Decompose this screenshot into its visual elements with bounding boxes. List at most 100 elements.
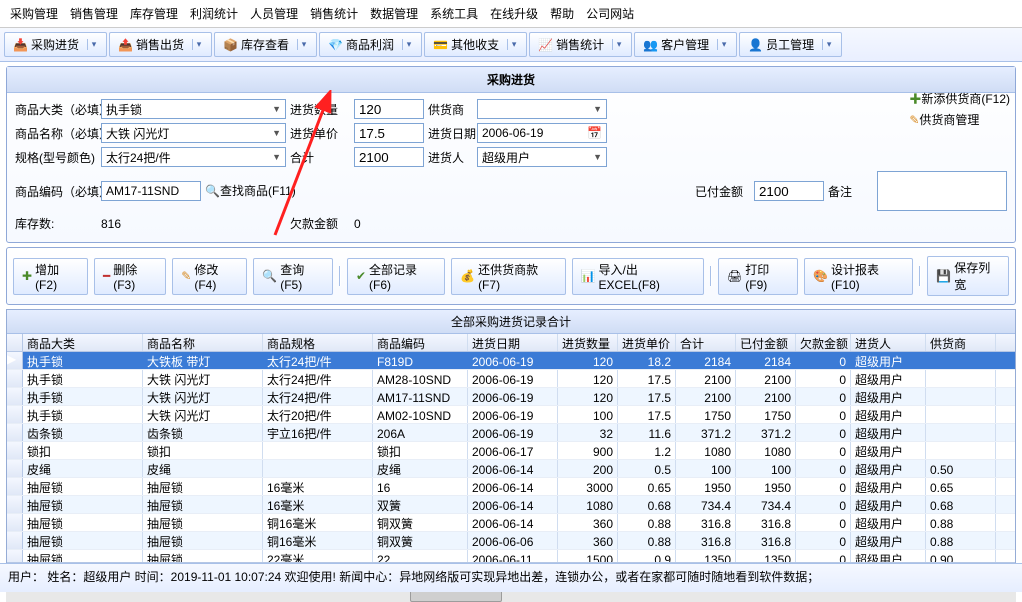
table-cell: 执手锁 [23,370,143,387]
all-records-button[interactable]: ✔全部记录(F6) [347,258,445,295]
table-cell: 皮绳 [373,460,468,477]
toolbar-button[interactable]: 📥采购进货▾ [4,32,107,57]
save-cols-button[interactable]: 💾保存列宽 [927,256,1009,296]
table-row[interactable]: 执手锁大铁 闪光灯太行20把/件AM02-10SND2006-06-191001… [7,406,1015,424]
column-header[interactable]: 进货人 [851,334,926,351]
table-cell: 100 [676,460,736,477]
qty-input[interactable] [354,99,424,119]
table-row[interactable]: 齿条锁齿条锁宇立16把/件206A2006-06-193211.6371.237… [7,424,1015,442]
menu-item[interactable]: 帮助 [546,3,578,24]
table-cell: 120 [558,388,618,405]
print-button[interactable]: 🖨打印(F9) [718,258,798,295]
table-row[interactable]: 皮绳皮绳皮绳2006-06-142000.51001000超级用户0.50 [7,460,1015,478]
table-cell: 锁扣 [373,442,468,459]
column-header[interactable]: 商品名称 [143,334,263,351]
toolbar-button[interactable]: 📈销售统计▾ [529,32,632,57]
name-combo[interactable]: 大铁 闪光灯▼ [101,123,286,143]
delete-button[interactable]: ━删除(F3) [94,258,166,295]
paid-label: 已付金额 [695,183,750,200]
column-header[interactable]: 商品编码 [373,334,468,351]
menu-item[interactable]: 系统工具 [426,3,482,24]
table-cell: 铜16毫米 [263,514,373,531]
search-icon: 🔍 [262,269,277,283]
supplier-mgmt-button[interactable]: ✎供货商管理 [909,111,1010,128]
table-row[interactable]: 抽屉锁抽屉锁铜16毫米铜双簧2006-06-063600.88316.8316.… [7,532,1015,550]
find-product-button[interactable]: 🔍查找商品(F11) [205,182,296,200]
column-header[interactable]: 进货数量 [558,334,618,351]
chevron-down-icon: ▾ [297,39,308,50]
table-row[interactable]: ▶执手锁大铁板 带灯太行24把/件F819D2006-06-1912018.22… [7,352,1015,370]
spec-label: 规格(型号颜色) [15,149,97,166]
table-cell: F819D [373,352,468,369]
toolbar-button[interactable]: 👤员工管理▾ [739,32,842,57]
table-row[interactable]: 执手锁大铁 闪光灯太行24把/件AM28-10SND2006-06-191201… [7,370,1015,388]
table-cell: 超级用户 [851,532,926,549]
column-header[interactable]: 已付金额 [736,334,796,351]
table-cell: 齿条锁 [23,424,143,441]
menu-item[interactable]: 公司网站 [582,3,638,24]
table-cell: 1750 [676,406,736,423]
column-header[interactable]: 商品大类 [23,334,143,351]
column-header[interactable]: 欠款金额 [796,334,851,351]
category-combo[interactable]: 执手锁▼ [101,99,286,119]
person-combo[interactable]: 超级用户▼ [477,147,607,167]
menu-item[interactable]: 库存管理 [126,3,182,24]
tool-icon: 👤 [748,38,762,52]
spec-combo[interactable]: 太行24把/件▼ [101,147,286,167]
main-toolbar: 📥采购进货▾📤销售出货▾📦库存查看▾💎商品利润▾💳其他收支▾📈销售统计▾👥客户管… [0,28,1022,62]
menu-item[interactable]: 在线升级 [486,3,542,24]
table-row[interactable]: 抽屉锁抽屉锁16毫米双簧2006-06-1410800.68734.4734.4… [7,496,1015,514]
table-row[interactable]: 执手锁大铁 闪光灯太行24把/件AM17-11SND2006-06-191201… [7,388,1015,406]
table-cell: 1950 [676,478,736,495]
column-header[interactable]: 商品规格 [263,334,373,351]
toolbar-button[interactable]: 👥客户管理▾ [634,32,737,57]
toolbar-button[interactable]: 📤销售出货▾ [109,32,212,57]
table-cell: 1350 [736,550,796,562]
table-row[interactable]: 抽屉锁抽屉锁16毫米162006-06-1430000.65195019500超… [7,478,1015,496]
chevron-down-icon: ▾ [87,39,98,50]
total-input[interactable] [354,147,424,167]
report-button[interactable]: 🎨设计报表(F10) [804,258,913,295]
table-row[interactable]: 锁扣锁扣锁扣2006-06-179001.2108010800超级用户 [7,442,1015,460]
add-supplier-button[interactable]: ✚新添供货商(F12) [909,90,1010,107]
remark-input[interactable] [877,171,1007,211]
table-cell: 0 [796,514,851,531]
menu-item[interactable]: 数据管理 [366,3,422,24]
add-button[interactable]: ✚增加(F2) [13,258,88,295]
edit-button[interactable]: ✎修改(F4) [172,258,247,295]
column-header[interactable]: 进货日期 [468,334,558,351]
column-header[interactable]: 进货单价 [618,334,676,351]
table-cell: 2100 [736,388,796,405]
code-input[interactable]: AM17-11SND [101,181,201,201]
table-cell: 皮绳 [23,460,143,477]
toolbar-button[interactable]: 💳其他收支▾ [424,32,527,57]
menu-item[interactable]: 采购管理 [6,3,62,24]
price-input[interactable] [354,123,424,143]
column-header[interactable]: 供货商 [926,334,996,351]
toolbar-button[interactable]: 💎商品利润▾ [319,32,422,57]
plus-icon: ✚ [909,92,921,106]
repay-button[interactable]: 💰还供货商款(F7) [451,258,565,295]
supplier-combo[interactable]: ▼ [477,99,607,119]
table-cell: 齿条锁 [143,424,263,441]
table-row[interactable]: 抽屉锁抽屉锁22毫米222006-06-1115000.9135013500超级… [7,550,1015,562]
menu-item[interactable]: 人员管理 [246,3,302,24]
excel-button[interactable]: 📊导入/出EXCEL(F8) [572,258,705,295]
table-cell: 11.6 [618,424,676,441]
table-cell: 120 [558,370,618,387]
toolbar-button[interactable]: 📦库存查看▾ [214,32,317,57]
search-button[interactable]: 🔍查询(F5) [253,258,333,295]
column-header[interactable]: 合计 [676,334,736,351]
table-row[interactable]: 抽屉锁抽屉锁铜16毫米铜双簧2006-06-143600.88316.8316.… [7,514,1015,532]
table-cell: 超级用户 [851,424,926,441]
table-cell: 316.8 [676,532,736,549]
menu-item[interactable]: 销售管理 [66,3,122,24]
chevron-down-icon: ▼ [272,152,281,162]
menu-item[interactable]: 销售统计 [306,3,362,24]
menu-item[interactable]: 利润统计 [186,3,242,24]
action-panel: ✚增加(F2) ━删除(F3) ✎修改(F4) 🔍查询(F5) ✔全部记录(F6… [6,247,1016,305]
table-header: 商品大类商品名称商品规格商品编码进货日期进货数量进货单价合计已付金额欠款金额进货… [7,334,1015,352]
paid-input[interactable] [754,181,824,201]
table-body[interactable]: ▶执手锁大铁板 带灯太行24把/件F819D2006-06-1912018.22… [7,352,1015,562]
date-input[interactable]: 2006-06-19📅 [477,123,607,143]
